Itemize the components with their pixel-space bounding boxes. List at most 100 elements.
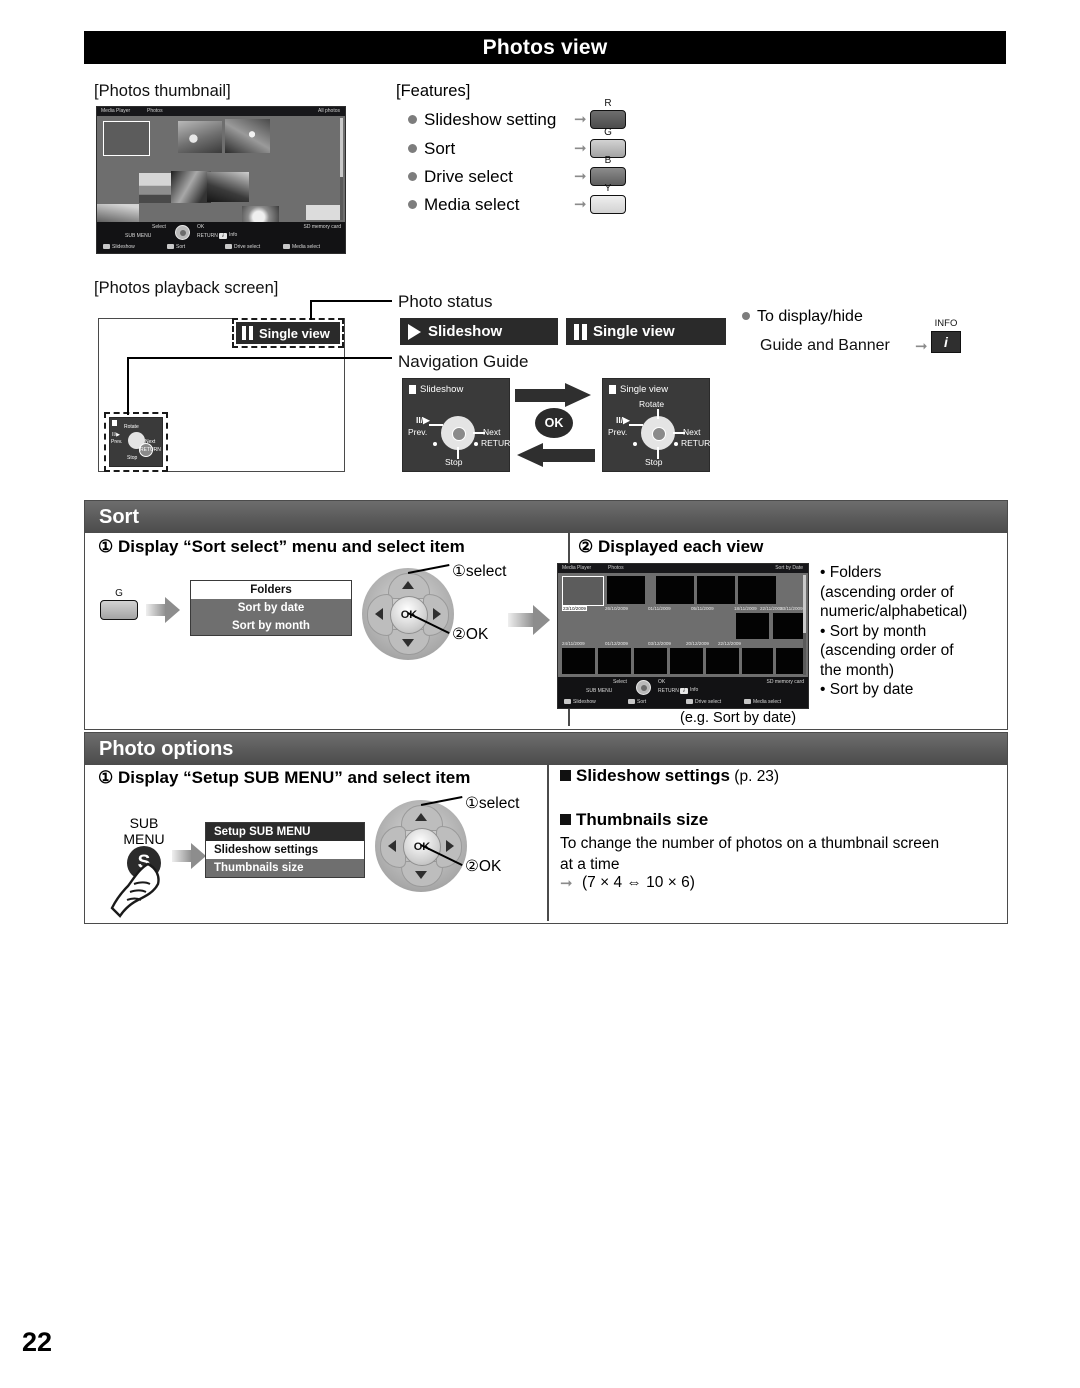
arrow-icon: ➞ xyxy=(574,196,587,213)
thumbnail-cell[interactable] xyxy=(706,648,739,674)
document-icon xyxy=(112,420,117,426)
yellow-key-icon xyxy=(283,244,290,249)
thumbnail-cell[interactable] xyxy=(207,172,249,202)
submenu-button-label: SUB MENU xyxy=(114,815,174,847)
guide-drive-select: Drive select xyxy=(686,699,721,705)
thumbnail-cell[interactable] xyxy=(634,648,667,674)
blue-key-label: B xyxy=(604,155,612,166)
guide-submenu-label: SUB MENU xyxy=(125,233,152,239)
dpad-ok-button[interactable]: OK xyxy=(390,596,428,634)
dot-icon xyxy=(433,442,437,446)
feature-item-media-select: Media select xyxy=(408,195,519,215)
thumbnail-cell[interactable] xyxy=(225,119,270,153)
thumbnail-cell[interactable] xyxy=(607,576,645,604)
green-key-icon xyxy=(167,244,174,249)
callout-line xyxy=(310,300,312,320)
sort-bullet: • Sort by date xyxy=(820,681,914,698)
thumbnail-cell[interactable] xyxy=(562,648,595,674)
arrow-icon-shape xyxy=(146,597,180,623)
display-hide-line2: Guide and Banner xyxy=(760,337,890,354)
feature-item-sort: Sort xyxy=(408,139,455,159)
sort-bullet: the month) xyxy=(820,661,895,679)
thumbnail-cell-selected[interactable] xyxy=(103,121,150,156)
arrow-icon: ➞ xyxy=(574,111,587,128)
bullet-icon xyxy=(408,144,417,153)
dpad-hub-icon xyxy=(441,416,475,450)
guide-media-select-label: Media select xyxy=(292,244,321,250)
navigation-guide-panel-single-view: Single view Rotate II/▶ Prev. Next RETUR… xyxy=(602,378,716,472)
menu-item-slideshow-settings[interactable]: Slideshow settings xyxy=(206,841,364,859)
thumbnail-cell[interactable] xyxy=(171,171,211,203)
thumbnail-date: 01/12/2009 xyxy=(605,641,628,646)
arrow-icon: ➞ xyxy=(915,338,928,355)
feature-label: Drive select xyxy=(424,167,513,186)
thumbnail-cell[interactable] xyxy=(742,648,773,674)
sort-bullet: numeric/alphabetical) xyxy=(820,603,968,620)
navigation-guide-callout: Rotate II/▶ Prev. Next RETURN Stop xyxy=(104,412,168,472)
guide-return-label: RETURN xyxy=(658,688,679,694)
guide-sort-label: Sort xyxy=(637,699,647,705)
yellow-color-key[interactable]: Y xyxy=(590,183,626,214)
guide-dpad-icon xyxy=(175,225,190,240)
sort-step1-heading: ① Display “Sort select” menu and select … xyxy=(98,537,465,556)
thumbnail-cell[interactable] xyxy=(697,576,735,604)
playpause-label: II/▶ xyxy=(112,432,121,438)
stop-label: Stop xyxy=(445,457,463,467)
bullet-icon xyxy=(742,312,750,320)
screen-mode-name: Photos xyxy=(608,565,624,571)
rotate-label: Rotate xyxy=(639,399,665,409)
guide-media-select: Media select xyxy=(744,699,781,705)
return-label: RETURN xyxy=(681,438,717,448)
thumbnail-cell[interactable] xyxy=(670,648,703,674)
thumbnail-cell[interactable] xyxy=(178,121,222,153)
status-badge-slideshow: Slideshow xyxy=(400,318,558,345)
thumbnail-cell[interactable] xyxy=(773,613,806,639)
sort-example-caption: (e.g. Sort by date) xyxy=(680,710,797,726)
sort-menu-item-folders[interactable]: Folders xyxy=(191,581,351,599)
hand-pointer-icon xyxy=(110,862,160,918)
red-key-label: R xyxy=(604,98,612,109)
manual-page: Photos view [Photos thumbnail] Media Pla… xyxy=(0,0,1080,1388)
menu-item-thumbnails-size[interactable]: Thumbnails size xyxy=(206,859,364,877)
ok-button-bubble[interactable]: OK xyxy=(535,408,573,438)
dpad-right-icon xyxy=(446,840,454,852)
next-label: Next xyxy=(683,427,701,437)
sort-step2-heading: ② Displayed each view xyxy=(578,537,764,556)
thumbnail-cell[interactable] xyxy=(598,648,631,674)
rotate-label: Rotate xyxy=(124,424,139,430)
yellow-key-icon xyxy=(744,699,751,704)
dpad-right-icon xyxy=(433,608,441,620)
scrollbar[interactable] xyxy=(340,118,343,220)
sort-menu-item-sort-by-date[interactable]: Sort by date xyxy=(191,599,351,617)
status-badge-slideshow-label: Slideshow xyxy=(428,323,503,340)
square-bullet-icon xyxy=(560,814,571,825)
thumbnail-cell[interactable] xyxy=(738,576,776,604)
display-hide-line1: To display/hide xyxy=(742,308,863,326)
thumbnail-cell[interactable] xyxy=(736,613,769,639)
thumbnail-cell[interactable] xyxy=(656,576,694,604)
sort-green-key[interactable]: G xyxy=(100,588,138,620)
slideshow-settings-label: Slideshow settings xyxy=(576,766,730,785)
dot-icon xyxy=(633,442,637,446)
arrow-icon: ➞ xyxy=(560,875,573,892)
photo-options-ok-callout: ②OK xyxy=(465,858,502,875)
callout-line xyxy=(310,300,392,302)
prev-label: Prev. xyxy=(111,439,123,445)
thumbnail-date: 20/12/2009 xyxy=(686,641,709,646)
thumbnail-cell-selected[interactable] xyxy=(562,576,604,606)
dpad-ok-button[interactable]: OK xyxy=(403,828,441,866)
bullet-icon xyxy=(408,200,417,209)
screen-sort-mode: Sort by Date xyxy=(775,565,803,571)
sort-bullet: • Sort by month xyxy=(820,622,927,640)
guide-drive-select-label: Drive select xyxy=(234,244,261,250)
thumbnails-desc-line1: To change the number of photos on a thum… xyxy=(560,835,940,852)
scrollbar[interactable] xyxy=(803,575,806,675)
blue-key-icon xyxy=(225,244,232,249)
guide-sort-label: Sort xyxy=(176,244,186,250)
photos-thumbnail-caption: [Photos thumbnail] xyxy=(94,82,231,100)
green-key-label: G xyxy=(604,127,612,138)
info-key-button[interactable]: INFO i xyxy=(931,318,961,353)
sort-menu-item-sort-by-month[interactable]: Sort by month xyxy=(191,617,351,635)
guide-info-label: Info xyxy=(690,687,699,693)
thumbnail-cell[interactable] xyxy=(776,648,806,674)
